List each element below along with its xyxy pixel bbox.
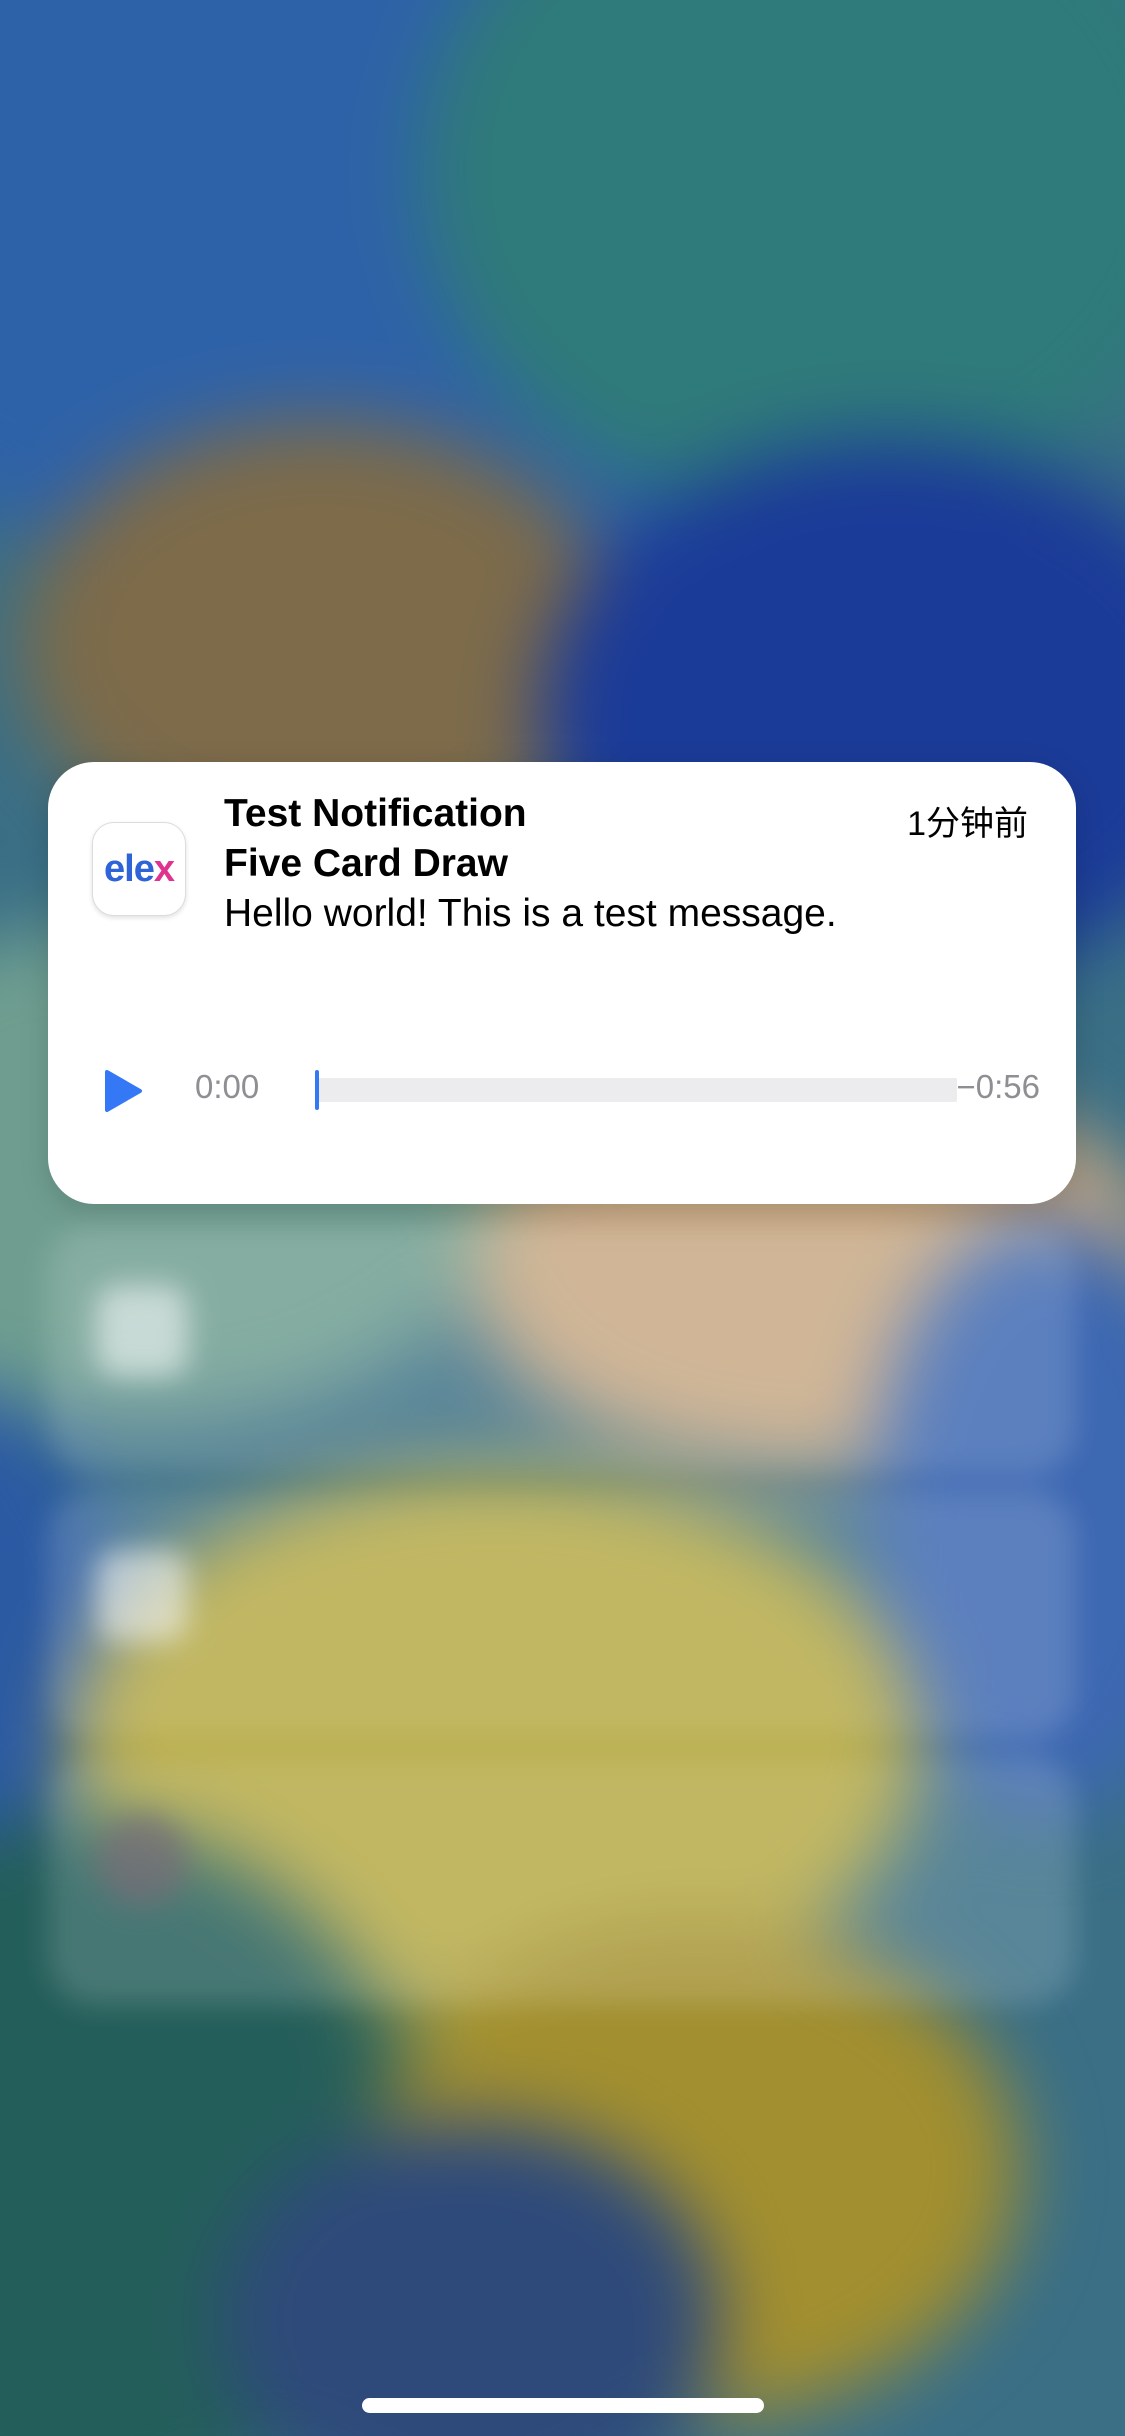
audio-player: 0:00 −0:56: [100, 1062, 1040, 1122]
lock-screen: elex Test Notification Five Card Draw He…: [0, 0, 1125, 2436]
notification-body: Hello world! This is a test message.: [224, 892, 837, 935]
notification-card[interactable]: elex Test Notification Five Card Draw He…: [48, 762, 1076, 1204]
scrubber-handle[interactable]: [315, 1070, 319, 1110]
notification-title: Test Notification: [224, 792, 527, 835]
play-button[interactable]: [100, 1068, 146, 1114]
app-icon: elex: [92, 822, 186, 916]
play-icon: [105, 1070, 142, 1112]
elapsed-time: 0:00: [195, 1068, 260, 1105]
home-indicator[interactable]: [362, 2398, 764, 2413]
elex-logo: elex: [104, 847, 175, 890]
remaining-time: −0:56: [956, 1068, 1041, 1105]
wallpaper: [0, 0, 1125, 2436]
progress-track[interactable]: [315, 1070, 957, 1110]
notification-subtitle: Five Card Draw: [224, 842, 508, 885]
notification-timestamp: 1分钟前: [907, 805, 1028, 843]
